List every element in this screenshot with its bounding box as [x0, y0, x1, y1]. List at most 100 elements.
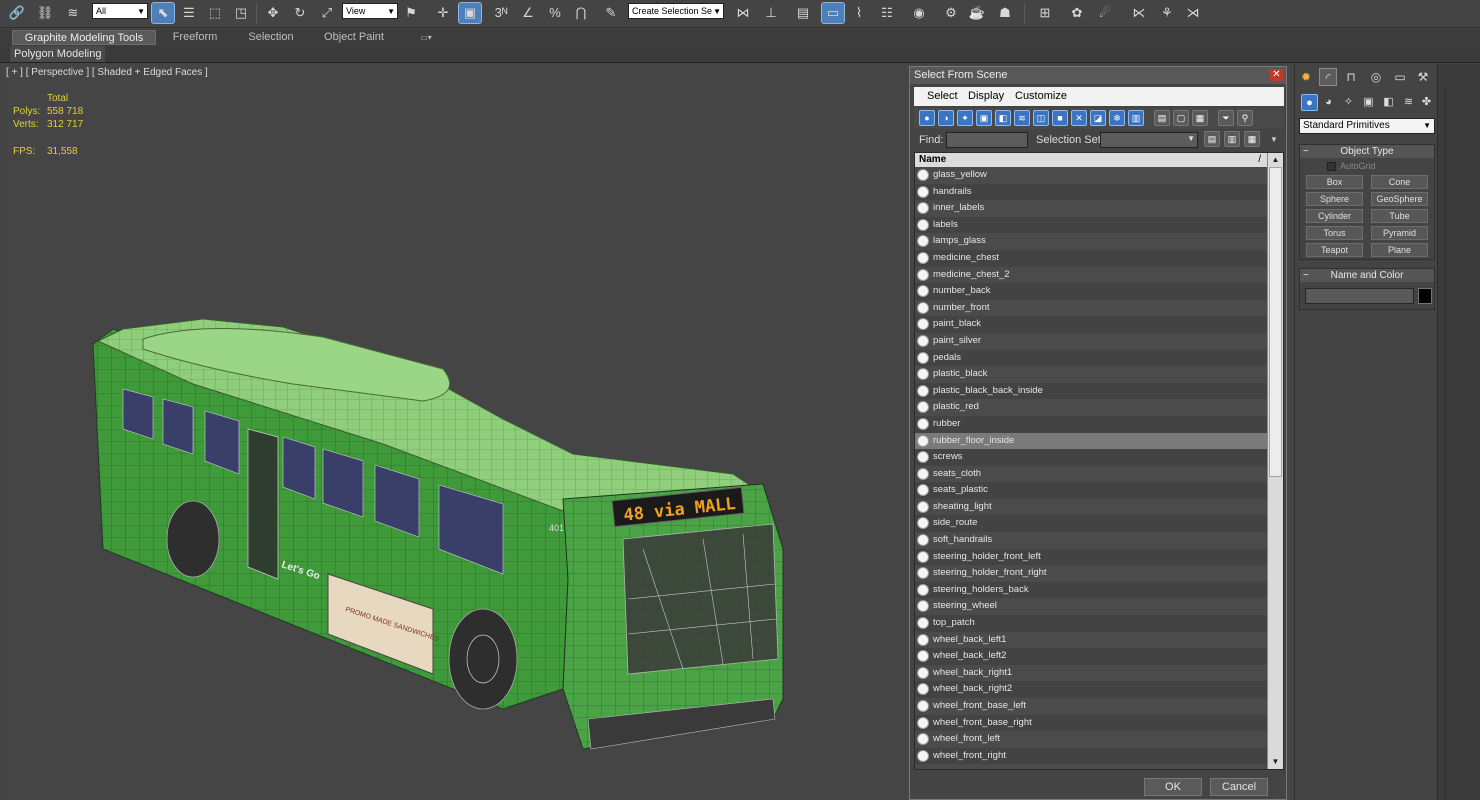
- select-none-icon[interactable]: ▢: [1173, 110, 1189, 126]
- menu-select[interactable]: Select: [927, 90, 958, 102]
- list-item[interactable]: number_back: [915, 283, 1267, 300]
- viewport-label[interactable]: [ + ] [ Perspective ] [ Shaded + Edged F…: [6, 67, 208, 78]
- box-button[interactable]: Box: [1306, 175, 1363, 189]
- selection-set-dropdown[interactable]: ▼: [1100, 132, 1198, 148]
- list-item[interactable]: side_route: [915, 515, 1267, 533]
- list-item[interactable]: plastic_red: [915, 399, 1267, 416]
- select-object-icon[interactable]: ⬉: [151, 2, 175, 24]
- reference-coordinate-dropdown[interactable]: View ▼: [342, 3, 398, 19]
- cameras-category-icon[interactable]: ▣: [1360, 94, 1377, 111]
- list-item[interactable]: sheating_light: [915, 498, 1267, 516]
- systems-category-icon[interactable]: ✤: [1418, 94, 1435, 111]
- hierarchy-panel-icon[interactable]: ⊓: [1342, 68, 1360, 86]
- scroll-down-icon[interactable]: ▼: [1268, 755, 1283, 769]
- mirror-icon[interactable]: ⋈: [732, 3, 754, 23]
- graphite-toggle-icon[interactable]: ▭: [821, 2, 845, 24]
- select-by-name-icon[interactable]: ☰: [178, 3, 200, 23]
- render-setup-icon[interactable]: ⚙: [940, 3, 962, 23]
- list-item[interactable]: wheel_front_base_right: [915, 714, 1267, 732]
- pivot-center-icon[interactable]: ⚑: [400, 3, 422, 23]
- extra-tool-2-icon[interactable]: ✿: [1066, 3, 1088, 23]
- snap-toggle-icon[interactable]: 3ᴺ: [490, 3, 512, 23]
- remove-from-selection-set-icon[interactable]: ▦: [1244, 131, 1260, 147]
- create-panel-icon[interactable]: ✹: [1297, 68, 1315, 86]
- extra-tool-1-icon[interactable]: ⊞: [1034, 3, 1056, 23]
- select-and-link-icon[interactable]: 🔗: [6, 3, 28, 23]
- name-column-header[interactable]: Name /: [915, 153, 1267, 167]
- list-item[interactable]: steering_holder_front_right: [915, 565, 1267, 582]
- extra-tool-5-icon[interactable]: ⚘: [1156, 3, 1178, 23]
- pyramid-button[interactable]: Pyramid: [1371, 226, 1428, 240]
- align-icon[interactable]: ⊥: [760, 3, 782, 23]
- extra-tool-6-icon[interactable]: ⋊: [1182, 3, 1204, 23]
- modify-panel-icon[interactable]: ◜: [1319, 68, 1337, 86]
- curve-editor-icon[interactable]: ⌇: [848, 3, 870, 23]
- list-item[interactable]: glass_yellow: [915, 167, 1267, 184]
- display-panel-icon[interactable]: ▭: [1391, 68, 1409, 86]
- filter-icon[interactable]: ⏷: [1218, 110, 1234, 126]
- render-production-icon[interactable]: ☗: [994, 3, 1016, 23]
- select-and-scale-icon[interactable]: ⤢: [316, 3, 338, 23]
- list-item[interactable]: wheel_front_right: [915, 747, 1267, 765]
- lights-category-icon[interactable]: ✧: [1340, 94, 1357, 111]
- filter-options-icon[interactable]: ⚲: [1237, 110, 1253, 126]
- display-lights-icon[interactable]: ✦: [957, 110, 973, 126]
- add-to-selection-set-icon[interactable]: ▥: [1224, 131, 1240, 147]
- display-geometry-icon[interactable]: ●: [919, 110, 935, 126]
- list-item[interactable]: steering_wheel: [915, 598, 1267, 616]
- select-and-move-icon[interactable]: ✥: [262, 3, 284, 23]
- sphere-button[interactable]: Sphere: [1306, 192, 1363, 206]
- display-xrefs-icon[interactable]: ■: [1052, 110, 1068, 126]
- select-all-icon[interactable]: ▤: [1154, 110, 1170, 126]
- select-invert-icon[interactable]: ▦: [1192, 110, 1208, 126]
- name-and-color-header[interactable]: − Name and Color: [1300, 269, 1434, 282]
- select-and-rotate-icon[interactable]: ↻: [289, 3, 311, 23]
- list-item[interactable]: screws: [915, 449, 1267, 466]
- display-containers-icon[interactable]: ◪: [1090, 110, 1106, 126]
- rendered-frame-window-icon[interactable]: ☕: [966, 3, 988, 23]
- menu-display[interactable]: Display: [968, 90, 1004, 102]
- object-name-field[interactable]: [1305, 288, 1414, 304]
- close-icon[interactable]: ✕: [1270, 69, 1283, 81]
- utilities-panel-icon[interactable]: ⚒: [1414, 68, 1432, 86]
- display-space-warps-icon[interactable]: ≋: [1014, 110, 1030, 126]
- menu-customize[interactable]: Customize: [1015, 90, 1067, 102]
- display-bones-icon[interactable]: ✕: [1071, 110, 1087, 126]
- tab-object-paint[interactable]: Object Paint: [318, 30, 390, 45]
- display-groups-icon[interactable]: ◫: [1033, 110, 1049, 126]
- unlink-selection-icon[interactable]: ⛓: [34, 3, 56, 23]
- list-item[interactable]: top_patch: [915, 615, 1267, 632]
- object-type-header[interactable]: − Object Type: [1300, 145, 1434, 158]
- named-selection-sets-dropdown[interactable]: Create Selection Se ▼: [628, 3, 724, 19]
- list-item[interactable]: paint_silver: [915, 332, 1267, 350]
- list-item[interactable]: medicine_chest_2: [915, 266, 1267, 284]
- create-selection-set-icon[interactable]: ▤: [1204, 131, 1220, 147]
- list-item[interactable]: steering_holder_front_left: [915, 548, 1267, 566]
- percent-snap-icon[interactable]: %: [544, 3, 566, 23]
- material-editor-icon[interactable]: ◉: [908, 3, 930, 23]
- display-cameras-icon[interactable]: ▣: [976, 110, 992, 126]
- select-manipulate-icon[interactable]: ✛: [432, 3, 454, 23]
- list-item[interactable]: medicine_chest: [915, 249, 1267, 267]
- list-item[interactable]: lamps_glass: [915, 233, 1267, 250]
- rectangular-selection-icon[interactable]: ⬚: [204, 3, 226, 23]
- cylinder-button[interactable]: Cylinder: [1306, 209, 1363, 223]
- list-item[interactable]: inner_labels: [915, 200, 1267, 217]
- list-item[interactable]: wheel_back_right1: [915, 664, 1267, 682]
- list-item[interactable]: rubber_floor_inside: [915, 432, 1267, 450]
- tab-selection[interactable]: Selection: [240, 30, 302, 45]
- geosphere-button[interactable]: GeoSphere: [1371, 192, 1428, 206]
- display-frozen-icon[interactable]: ❄: [1109, 110, 1125, 126]
- motion-panel-icon[interactable]: ◎: [1367, 68, 1385, 86]
- list-item[interactable]: seats_cloth: [915, 465, 1267, 483]
- layer-manager-icon[interactable]: ▤: [792, 3, 814, 23]
- list-item[interactable]: plastic_black_back_inside: [915, 382, 1267, 400]
- list-item[interactable]: pedals: [915, 349, 1267, 367]
- display-hidden-icon[interactable]: ▥: [1128, 110, 1144, 126]
- dialog-toolbar-options-icon[interactable]: ▼: [1270, 135, 1278, 144]
- space-warps-category-icon[interactable]: ≋: [1400, 94, 1417, 111]
- angle-snap-icon[interactable]: ∠: [517, 3, 539, 23]
- list-item[interactable]: paint_black: [915, 316, 1267, 333]
- torus-button[interactable]: Torus: [1306, 226, 1363, 240]
- tab-freeform[interactable]: Freeform: [164, 30, 226, 45]
